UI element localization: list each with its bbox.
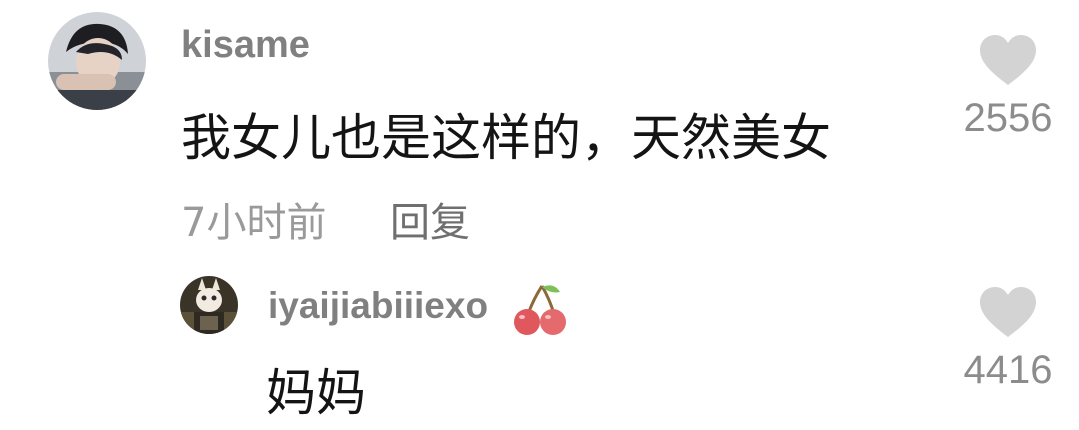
replier-username[interactable]: iyaijiabiiiexo <box>268 285 488 327</box>
like-button[interactable] <box>979 287 1037 339</box>
like-button[interactable] <box>979 35 1037 87</box>
replier-avatar[interactable] <box>180 276 238 334</box>
commenter-avatar[interactable] <box>48 12 146 110</box>
heart-icon <box>980 287 1036 337</box>
comment-timestamp: 7小时前 <box>181 200 327 246</box>
user-avatar-icon <box>48 12 146 110</box>
cherry-emoji-icon <box>512 284 570 336</box>
comment-text: 我女儿也是这样的，天然美女 <box>181 109 831 167</box>
heart-icon <box>980 35 1036 85</box>
reply-button[interactable]: 回复 <box>390 190 470 248</box>
like-count: 4416 <box>963 348 1053 392</box>
like-count: 2556 <box>963 96 1053 140</box>
user-avatar-icon <box>180 276 238 334</box>
reply-text: 妈妈 <box>266 364 366 422</box>
commenter-username[interactable]: kisame <box>181 24 310 67</box>
